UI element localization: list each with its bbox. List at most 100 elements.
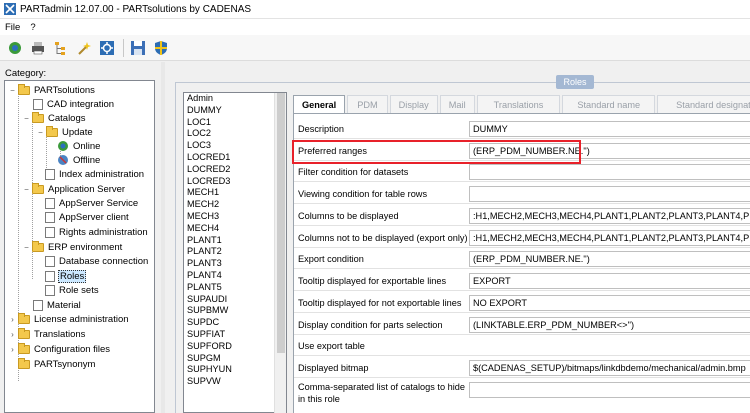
tree-node-index-admin[interactable]: Index administration xyxy=(45,167,145,181)
shield-button[interactable] xyxy=(152,39,170,57)
list-item[interactable]: LOC1 xyxy=(184,117,286,129)
filter-condition-field[interactable] xyxy=(469,164,750,180)
tree-icon xyxy=(55,41,65,55)
tree-node-partsolutions[interactable]: − PARTsolutions xyxy=(8,83,96,97)
tooltip-exportable-field[interactable]: EXPORT xyxy=(469,273,750,289)
roles-list[interactable]: Admin DUMMY LOC1 LOC2 LOC3 LOCRED1 LOCRE… xyxy=(183,92,287,413)
wand-icon xyxy=(78,41,91,55)
list-item[interactable]: SUPBMW xyxy=(184,305,286,317)
list-item[interactable]: SUPAUDI xyxy=(184,294,286,306)
expand-icon[interactable]: › xyxy=(8,345,17,354)
tree-button[interactable] xyxy=(52,39,70,57)
tab-mail[interactable]: Mail xyxy=(439,95,475,113)
tree-node-update[interactable]: − Update xyxy=(36,125,94,139)
settings-button[interactable] xyxy=(98,39,116,57)
tree-node-online[interactable]: Online xyxy=(57,139,101,153)
collapse-icon[interactable]: − xyxy=(22,243,31,252)
tree-node-app-server-client[interactable]: AppServer client xyxy=(45,210,130,224)
display-condition-field[interactable]: (LINKTABLE.ERP_PDM_NUMBER<>'') xyxy=(469,317,750,333)
tree-node-config-files[interactable]: › Configuration files xyxy=(8,342,111,356)
use-export-table-field[interactable] xyxy=(469,338,750,354)
list-item[interactable]: PLANT3 xyxy=(184,258,286,270)
tooltip-not-exportable-field[interactable]: NO EXPORT xyxy=(469,295,750,311)
tree-node-db-connection[interactable]: Database connection xyxy=(45,254,149,268)
tree-node-license-admin[interactable]: › License administration xyxy=(8,312,130,326)
list-item[interactable]: MECH1 xyxy=(184,187,286,199)
list-item[interactable]: LOC2 xyxy=(184,128,286,140)
list-item[interactable]: MECH2 xyxy=(184,199,286,211)
document-icon xyxy=(45,255,55,267)
tree-node-cad-integration[interactable]: CAD integration xyxy=(33,97,115,111)
tree-node-app-server[interactable]: − Application Server xyxy=(22,182,126,196)
collapse-icon[interactable]: − xyxy=(22,114,31,123)
tab-pdm[interactable]: PDM xyxy=(347,95,388,113)
tab-general[interactable]: General xyxy=(293,95,346,113)
tree-node-roles[interactable]: Roles xyxy=(45,269,87,283)
catalogs-hide-field[interactable] xyxy=(469,382,750,398)
menu-bar: File ? xyxy=(0,19,750,35)
description-field[interactable]: DUMMY xyxy=(469,121,750,137)
expand-icon[interactable]: › xyxy=(8,330,17,339)
displayed-bitmap-field[interactable]: $(CADENAS_SETUP)/bitmaps/linkdbdemo/mech… xyxy=(469,360,750,376)
tree-node-partsynonym[interactable]: PARTsynonym xyxy=(8,357,96,371)
list-item[interactable]: SUPVW xyxy=(184,376,286,388)
row-viewing-condition: Viewing condition for table rows xyxy=(294,182,750,204)
list-item[interactable]: SUPDC xyxy=(184,317,286,329)
folder-icon xyxy=(18,357,30,369)
tree-node-catalogs[interactable]: − Catalogs xyxy=(22,111,87,125)
tree-node-offline[interactable]: Offline xyxy=(57,153,101,167)
collapse-icon[interactable]: − xyxy=(8,86,17,95)
list-item[interactable]: LOCRED1 xyxy=(184,152,286,164)
list-item[interactable]: PLANT1 xyxy=(184,235,286,247)
tree-node-rights-admin[interactable]: Rights administration xyxy=(45,225,149,239)
folder-icon xyxy=(32,182,44,194)
columns-displayed-field[interactable]: :H1,MECH2,MECH3,MECH4,PLANT1,PLANT2,PLAN… xyxy=(469,208,750,224)
tree-node-role-sets[interactable]: Role sets xyxy=(45,283,100,297)
export-condition-field[interactable]: (ERP_PDM_NUMBER.NE.'') xyxy=(469,251,750,267)
tab-standard-designation[interactable]: Standard designation (short xyxy=(657,95,750,113)
list-item[interactable]: LOCRED3 xyxy=(184,176,286,188)
wand-button[interactable] xyxy=(75,39,93,57)
settings-icon xyxy=(100,40,114,55)
tab-display[interactable]: Display xyxy=(389,95,438,113)
category-tree[interactable]: − PARTsolutions CAD integration − Catalogs… xyxy=(4,80,155,413)
refresh-button[interactable] xyxy=(6,39,24,57)
list-item[interactable]: DUMMY xyxy=(184,105,286,117)
collapse-icon[interactable]: − xyxy=(36,128,45,137)
row-filter-condition: Filter condition for datasets xyxy=(294,161,750,182)
tree-node-material[interactable]: Material xyxy=(33,298,82,312)
list-item[interactable]: SUPGM xyxy=(184,353,286,365)
viewing-condition-field[interactable] xyxy=(469,186,750,202)
folder-icon xyxy=(32,111,44,123)
menu-help[interactable]: ? xyxy=(25,22,40,33)
tree-node-translations[interactable]: › Translations xyxy=(8,327,86,341)
list-item[interactable]: SUPFORD xyxy=(184,341,286,353)
collapse-icon[interactable]: − xyxy=(22,185,31,194)
list-item[interactable]: MECH3 xyxy=(184,211,286,223)
list-item[interactable]: PLANT5 xyxy=(184,282,286,294)
scrollbar-thumb[interactable] xyxy=(277,93,285,353)
splitter[interactable] xyxy=(161,62,165,413)
tab-standard-name[interactable]: Standard name xyxy=(562,95,656,113)
save-button[interactable] xyxy=(129,39,147,57)
print-button[interactable] xyxy=(29,39,47,57)
list-item[interactable]: LOC3 xyxy=(184,140,286,152)
refresh-icon xyxy=(9,41,21,54)
roles-list-scrollbar[interactable] xyxy=(274,93,286,413)
tree-node-app-server-service[interactable]: AppServer Service xyxy=(45,196,139,210)
list-item[interactable]: PLANT2 xyxy=(184,246,286,258)
globe-icon xyxy=(58,141,68,151)
menu-file[interactable]: File xyxy=(0,22,25,33)
tree-node-erp-env[interactable]: − ERP environment xyxy=(22,240,123,254)
list-item[interactable]: SUPHYUN xyxy=(184,364,286,376)
columns-not-displayed-field[interactable]: :H1,MECH2,MECH3,MECH4,PLANT1,PLANT2,PLAN… xyxy=(469,230,750,246)
app-icon xyxy=(4,3,16,15)
list-item[interactable]: MECH4 xyxy=(184,223,286,235)
expand-icon[interactable]: › xyxy=(8,315,17,324)
list-item[interactable]: SUPFIAT xyxy=(184,329,286,341)
list-item[interactable]: PLANT4 xyxy=(184,270,286,282)
row-display-condition: Display condition for parts selection (L… xyxy=(294,313,750,335)
list-item[interactable]: LOCRED2 xyxy=(184,164,286,176)
tab-translations[interactable]: Translations xyxy=(476,95,561,113)
list-item[interactable]: Admin xyxy=(184,93,286,105)
